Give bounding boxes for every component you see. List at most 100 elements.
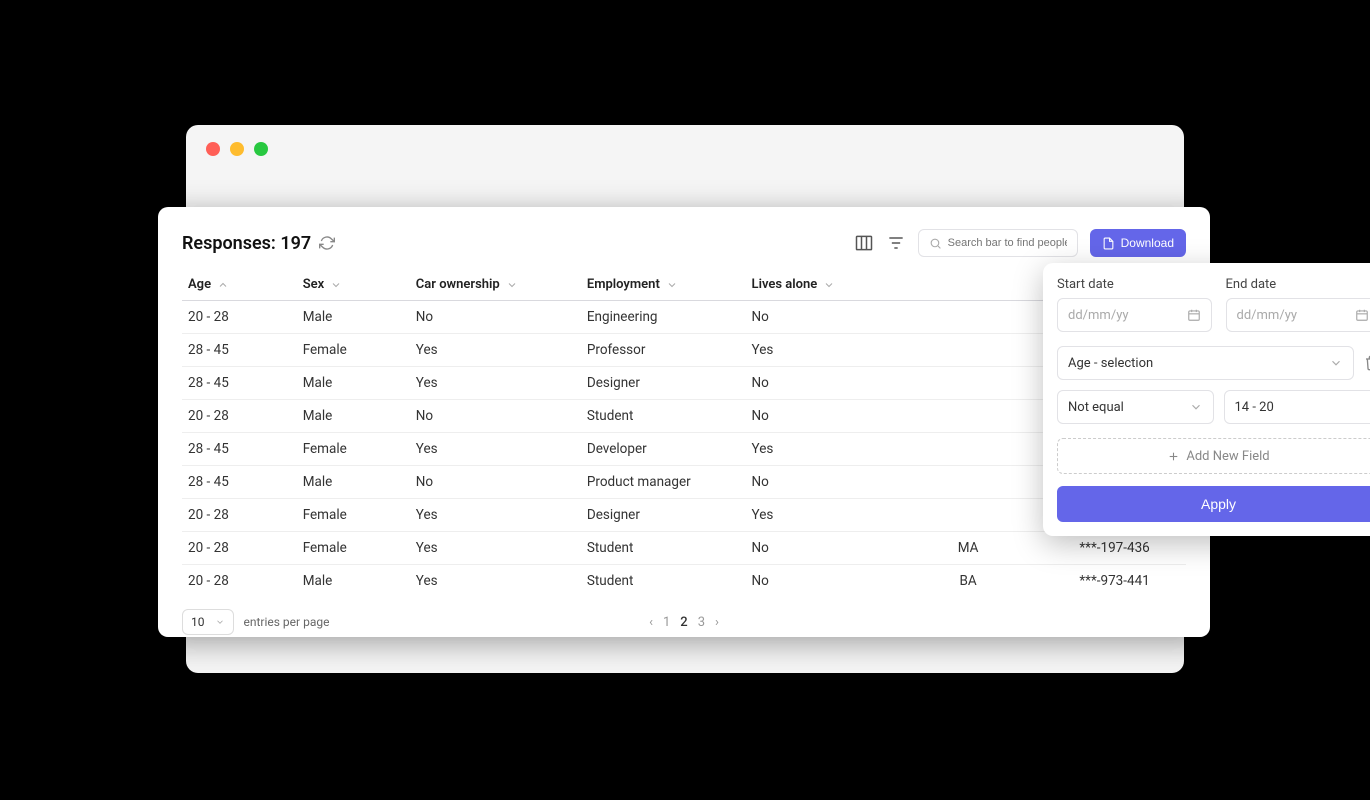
cell-car-ownership: Yes bbox=[410, 499, 581, 532]
cell-car-ownership: No bbox=[410, 301, 581, 334]
table-row[interactable]: 28 - 45MaleYesDesignerNo bbox=[182, 367, 1186, 400]
pager: ‹ 1 2 3 › bbox=[649, 615, 719, 630]
search-icon bbox=[929, 237, 942, 250]
col-header-age[interactable]: Age bbox=[188, 277, 211, 292]
minimize-window-icon[interactable] bbox=[230, 142, 244, 156]
filter-field-select[interactable]: Age - selection bbox=[1057, 346, 1354, 380]
entries-label: entries per page bbox=[244, 615, 330, 629]
pager-next[interactable]: › bbox=[715, 615, 719, 630]
pager-page-1[interactable]: 1 bbox=[663, 615, 670, 630]
chevron-down-icon[interactable] bbox=[330, 279, 342, 291]
chevron-down-icon[interactable] bbox=[823, 279, 835, 291]
cell-employment: Product manager bbox=[581, 466, 746, 499]
cell-lives-alone: Yes bbox=[746, 499, 894, 532]
start-date-value: dd/mm/yy bbox=[1068, 308, 1129, 323]
cell-age: 20 - 28 bbox=[182, 301, 297, 334]
cell-car-ownership: No bbox=[410, 466, 581, 499]
end-date-value: dd/mm/yy bbox=[1237, 308, 1298, 323]
col-header-car[interactable]: Car ownership bbox=[416, 277, 500, 292]
cell-degree bbox=[893, 400, 1043, 433]
filter-icon[interactable] bbox=[886, 233, 906, 253]
cell-sex: Female bbox=[297, 499, 410, 532]
cell-employment: Student bbox=[581, 565, 746, 598]
cell-employment: Professor bbox=[581, 334, 746, 367]
refresh-icon[interactable] bbox=[319, 235, 335, 251]
cell-degree: MA bbox=[893, 532, 1043, 565]
table-row[interactable]: 28 - 45FemaleYesDeveloperYes bbox=[182, 433, 1186, 466]
cell-degree bbox=[893, 301, 1043, 334]
cell-lives-alone: No bbox=[746, 301, 894, 334]
filter-operator-value: Not equal bbox=[1068, 400, 1124, 415]
table-row[interactable]: 20 - 28FemaleYesDesignerYes bbox=[182, 499, 1186, 532]
end-date-input[interactable]: dd/mm/yy bbox=[1226, 298, 1370, 332]
cell-employment: Developer bbox=[581, 433, 746, 466]
cell-phone: ***-197-436 bbox=[1043, 532, 1186, 565]
filter-field-value: Age - selection bbox=[1068, 356, 1153, 371]
search-input[interactable] bbox=[948, 237, 1067, 249]
cell-car-ownership: Yes bbox=[410, 565, 581, 598]
table-row[interactable]: 28 - 45FemaleYesProfessorYes bbox=[182, 334, 1186, 367]
cell-lives-alone: No bbox=[746, 367, 894, 400]
col-header-employment[interactable]: Employment bbox=[587, 277, 660, 292]
sort-asc-icon[interactable] bbox=[217, 279, 229, 291]
cell-lives-alone: Yes bbox=[746, 334, 894, 367]
pager-page-3[interactable]: 3 bbox=[698, 615, 705, 630]
panel-header: Responses: 197 Download bbox=[182, 229, 1186, 257]
table-row[interactable]: 20 - 28FemaleYesStudentNoMA***-197-436 bbox=[182, 532, 1186, 565]
chevron-down-icon[interactable] bbox=[666, 279, 678, 291]
cell-employment: Designer bbox=[581, 499, 746, 532]
trash-icon[interactable] bbox=[1364, 355, 1370, 371]
start-date-label: Start date bbox=[1057, 277, 1212, 292]
filter-value-input[interactable]: 14 - 20 bbox=[1224, 390, 1370, 424]
start-date-input[interactable]: dd/mm/yy bbox=[1057, 298, 1212, 332]
cell-age: 20 - 28 bbox=[182, 565, 297, 598]
filter-operator-select[interactable]: Not equal bbox=[1057, 390, 1214, 424]
download-icon bbox=[1102, 237, 1115, 250]
cell-car-ownership: Yes bbox=[410, 532, 581, 565]
col-header-sex[interactable]: Sex bbox=[303, 277, 325, 292]
search-box[interactable] bbox=[918, 229, 1078, 257]
col-header-lives-alone[interactable]: Lives alone bbox=[752, 277, 818, 292]
table-row[interactable]: 20 - 28MaleNoEngineeringNo bbox=[182, 301, 1186, 334]
cell-age: 28 - 45 bbox=[182, 367, 297, 400]
cell-lives-alone: No bbox=[746, 400, 894, 433]
cell-age: 20 - 28 bbox=[182, 499, 297, 532]
cell-sex: Male bbox=[297, 400, 410, 433]
end-date-label: End date bbox=[1226, 277, 1370, 292]
cell-car-ownership: Yes bbox=[410, 367, 581, 400]
cell-car-ownership: No bbox=[410, 400, 581, 433]
filter-popover: Start date dd/mm/yy End date dd/mm/yy Ag… bbox=[1043, 263, 1370, 536]
table-row[interactable]: 20 - 28MaleYesStudentNoBA***-973-441 bbox=[182, 565, 1186, 598]
add-field-button[interactable]: Add New Field bbox=[1057, 438, 1370, 474]
table-row[interactable]: 20 - 28MaleNoStudentNo bbox=[182, 400, 1186, 433]
toolbar: Download bbox=[854, 229, 1186, 257]
cell-degree bbox=[893, 334, 1043, 367]
cell-sex: Female bbox=[297, 433, 410, 466]
page-size-select[interactable]: 10 bbox=[182, 609, 234, 635]
download-button[interactable]: Download bbox=[1090, 229, 1186, 257]
cell-sex: Female bbox=[297, 334, 410, 367]
cell-employment: Student bbox=[581, 400, 746, 433]
chevron-down-icon bbox=[1329, 356, 1343, 370]
page-size-value: 10 bbox=[191, 615, 205, 629]
cell-car-ownership: Yes bbox=[410, 433, 581, 466]
cell-car-ownership: Yes bbox=[410, 334, 581, 367]
cell-age: 20 - 28 bbox=[182, 400, 297, 433]
cell-employment: Student bbox=[581, 532, 746, 565]
chevron-down-icon[interactable] bbox=[506, 279, 518, 291]
cell-sex: Male bbox=[297, 565, 410, 598]
chevron-down-icon bbox=[1189, 400, 1203, 414]
cell-sex: Male bbox=[297, 301, 410, 334]
window-controls bbox=[186, 125, 1184, 173]
pager-prev[interactable]: ‹ bbox=[649, 615, 653, 630]
maximize-window-icon[interactable] bbox=[254, 142, 268, 156]
pager-page-2[interactable]: 2 bbox=[680, 615, 687, 630]
cell-employment: Engineering bbox=[581, 301, 746, 334]
add-field-label: Add New Field bbox=[1186, 449, 1269, 464]
cell-lives-alone: Yes bbox=[746, 433, 894, 466]
apply-button[interactable]: Apply bbox=[1057, 486, 1370, 522]
table-row[interactable]: 28 - 45MaleNoProduct managerNo bbox=[182, 466, 1186, 499]
close-window-icon[interactable] bbox=[206, 142, 220, 156]
cell-degree bbox=[893, 466, 1043, 499]
columns-icon[interactable] bbox=[854, 233, 874, 253]
